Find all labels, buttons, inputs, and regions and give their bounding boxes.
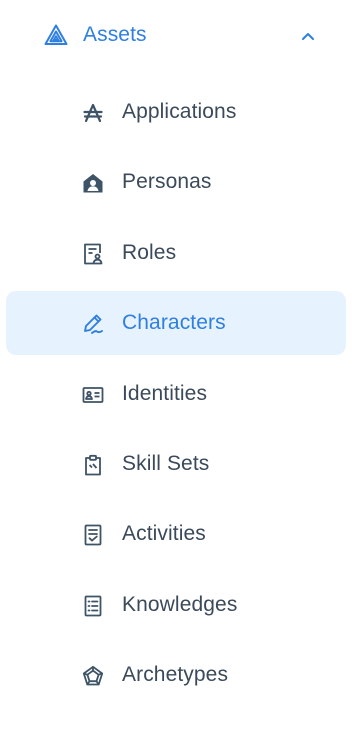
nav-item-identities[interactable]: Identities [0, 359, 352, 429]
nav-item-knowledges[interactable]: Knowledges [0, 570, 352, 640]
id-card-icon [82, 384, 104, 406]
nav-item-activities[interactable]: Activities [0, 499, 352, 569]
sidebar-nav: Assets Applications Personas Roles Chara… [0, 0, 352, 730]
pentagon-icon [82, 665, 104, 687]
nav-item-label: Skill Sets [122, 451, 210, 475]
nav-item-roles[interactable]: Roles [0, 218, 352, 288]
nav-item-label: Roles [122, 240, 177, 264]
nav-item-label: Characters [122, 311, 226, 335]
nav-item-label: Knowledges [122, 592, 238, 616]
checklist-icon [82, 524, 104, 546]
assets-section-label: Assets [83, 23, 147, 46]
nav-item-label: Activities [122, 522, 206, 546]
role-document-icon [82, 243, 104, 265]
persona-house-icon [82, 172, 104, 194]
pen-signature-icon [82, 313, 104, 335]
list-document-icon [82, 595, 104, 617]
chevron-up-icon[interactable] [298, 26, 318, 46]
nav-item-applications[interactable]: Applications [0, 77, 352, 147]
clipboard-icon [82, 454, 104, 476]
nav-item-characters[interactable]: Characters [0, 288, 352, 358]
nav-item-label: Identities [122, 381, 208, 405]
triangle-layers-icon [44, 23, 68, 47]
nav-item-skill-sets[interactable]: Skill Sets [0, 429, 352, 499]
assets-items-list: Applications Personas Roles Characters I… [0, 77, 352, 711]
nav-item-personas[interactable]: Personas [0, 147, 352, 217]
nav-item-label: Archetypes [122, 663, 229, 687]
assets-section-header[interactable]: Assets [0, 0, 352, 70]
applications-icon [82, 102, 104, 124]
nav-item-archetypes[interactable]: Archetypes [0, 640, 352, 710]
nav-item-label: Applications [122, 100, 237, 123]
nav-item-label: Personas [122, 170, 212, 194]
